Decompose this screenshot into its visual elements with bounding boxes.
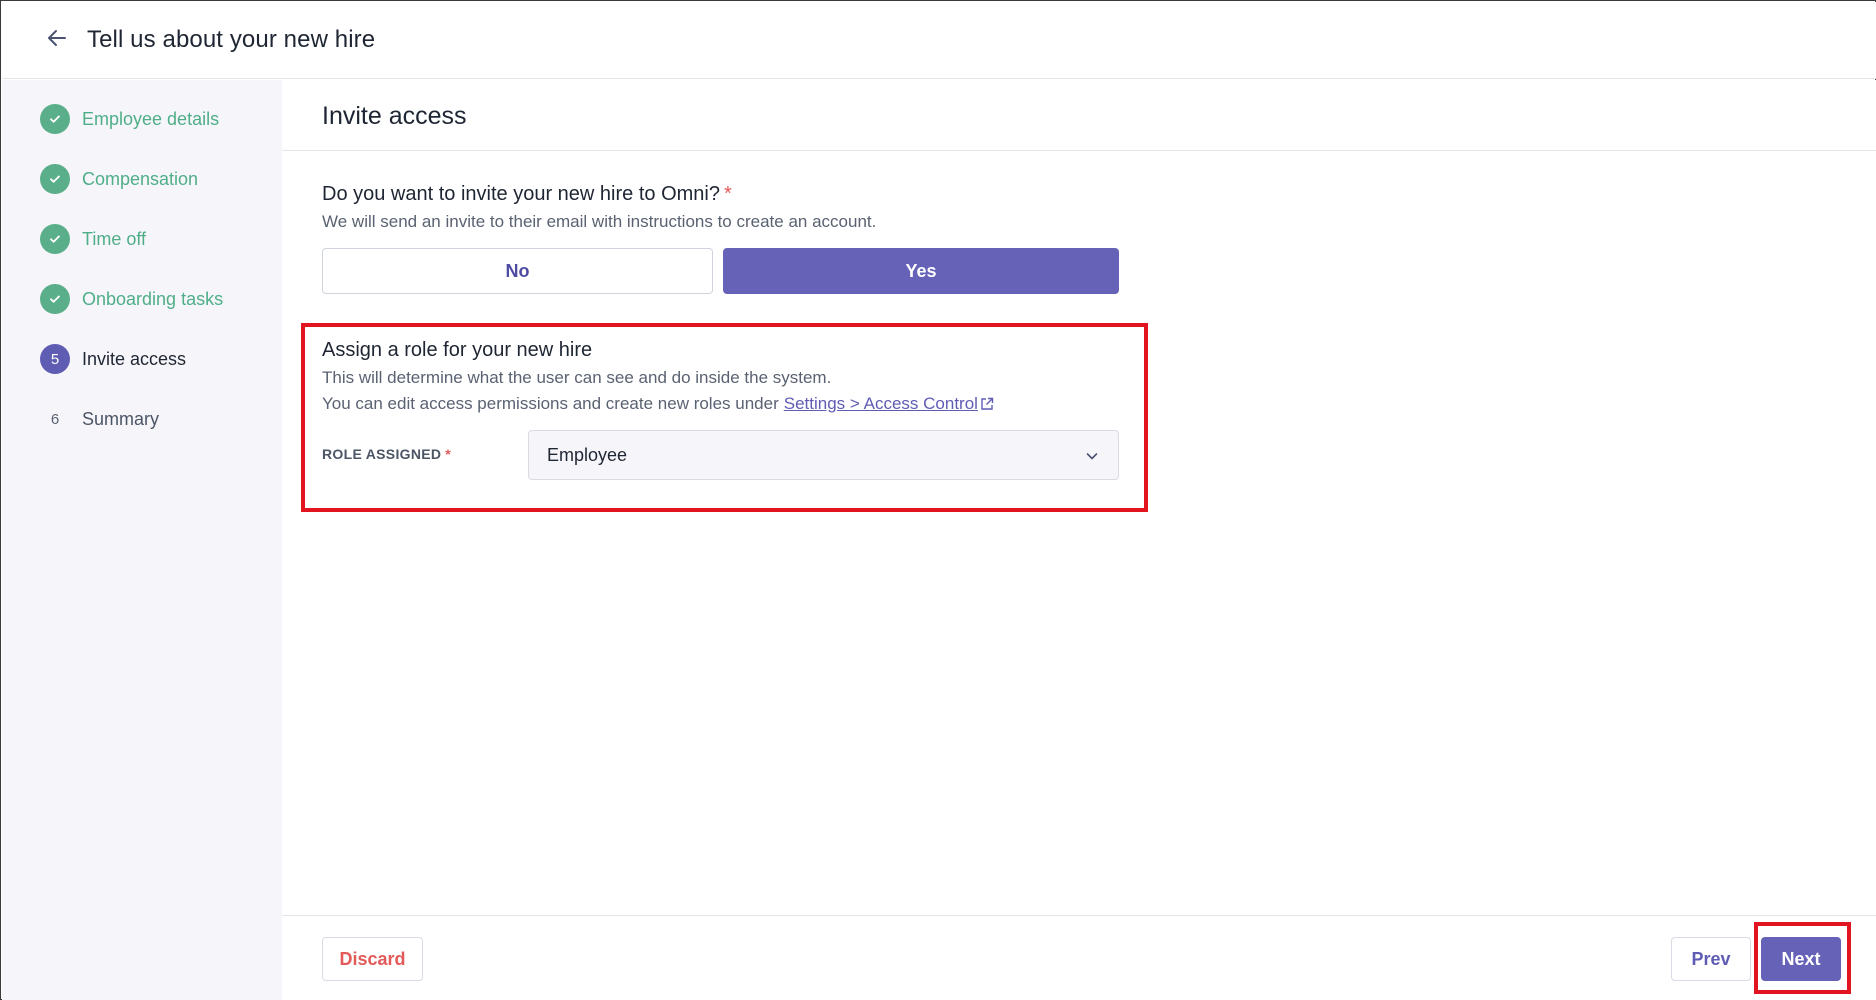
role-assigned-label: ROLE ASSIGNED * (322, 446, 451, 462)
role-selected-value: Employee (547, 444, 628, 465)
step-label: Compensation (82, 168, 199, 189)
invite-yes-button[interactable]: Yes (723, 248, 1119, 294)
step-number-badge: 5 (40, 344, 70, 374)
invite-question-title: Do you want to invite your new hire to O… (322, 183, 732, 206)
next-button[interactable]: Next (1761, 937, 1841, 981)
step-label: Time off (82, 228, 147, 249)
back-button[interactable] (37, 20, 77, 60)
role-assigned-label-text: ROLE ASSIGNED (322, 446, 442, 462)
stepper-sidebar: Employee details Compensation Time off O… (2, 80, 282, 1000)
step-invite-access[interactable]: 5 Invite access (40, 343, 186, 375)
role-assigned-select[interactable]: Employee (528, 430, 1119, 480)
app-window: Tell us about your new hire Employee det… (0, 0, 1876, 1000)
external-link-icon (980, 397, 994, 411)
prev-button[interactable]: Prev (1671, 937, 1751, 981)
check-circle-icon (40, 104, 70, 134)
invite-question-subtitle: We will send an invite to their email wi… (322, 212, 877, 231)
wizard-footer: Discard Prev Next (282, 915, 1876, 1000)
step-time-off[interactable]: Time off (40, 223, 146, 255)
discard-button[interactable]: Discard (322, 937, 423, 981)
arrow-left-icon (45, 26, 69, 55)
role-section-title: Assign a role for your new hire (322, 339, 593, 361)
page-title: Tell us about your new hire (87, 26, 376, 53)
step-label: Onboarding tasks (82, 288, 224, 309)
chevron-down-icon (1084, 448, 1100, 469)
check-circle-icon (40, 284, 70, 314)
step-label: Summary (82, 408, 160, 429)
required-marker: * (445, 446, 452, 462)
step-compensation[interactable]: Compensation (40, 163, 198, 195)
check-circle-icon (40, 224, 70, 254)
step-onboarding-tasks[interactable]: Onboarding tasks (40, 283, 223, 315)
step-number-badge: 6 (50, 410, 60, 428)
role-permissions-note: You can edit access permissions and crea… (322, 394, 994, 414)
role-permissions-text: You can edit access permissions and crea… (322, 394, 779, 413)
section-title: Invite access (322, 102, 467, 130)
invite-no-button[interactable]: No (322, 248, 713, 294)
step-label: Invite access (82, 348, 187, 369)
main-content: Invite access Do you want to invite your… (282, 80, 1876, 1000)
section-header: Invite access (282, 80, 1876, 151)
required-marker: * (723, 183, 732, 205)
check-circle-icon (40, 164, 70, 194)
step-summary[interactable]: 6 Summary (40, 403, 159, 435)
access-control-link[interactable]: Settings > Access Control (784, 394, 978, 414)
role-description: This will determine what the user can se… (322, 368, 832, 387)
invite-question-text: Do you want to invite your new hire to O… (322, 183, 720, 205)
step-label: Employee details (82, 108, 220, 129)
step-employee-details[interactable]: Employee details (40, 103, 219, 135)
top-bar: Tell us about your new hire (2, 2, 1876, 79)
